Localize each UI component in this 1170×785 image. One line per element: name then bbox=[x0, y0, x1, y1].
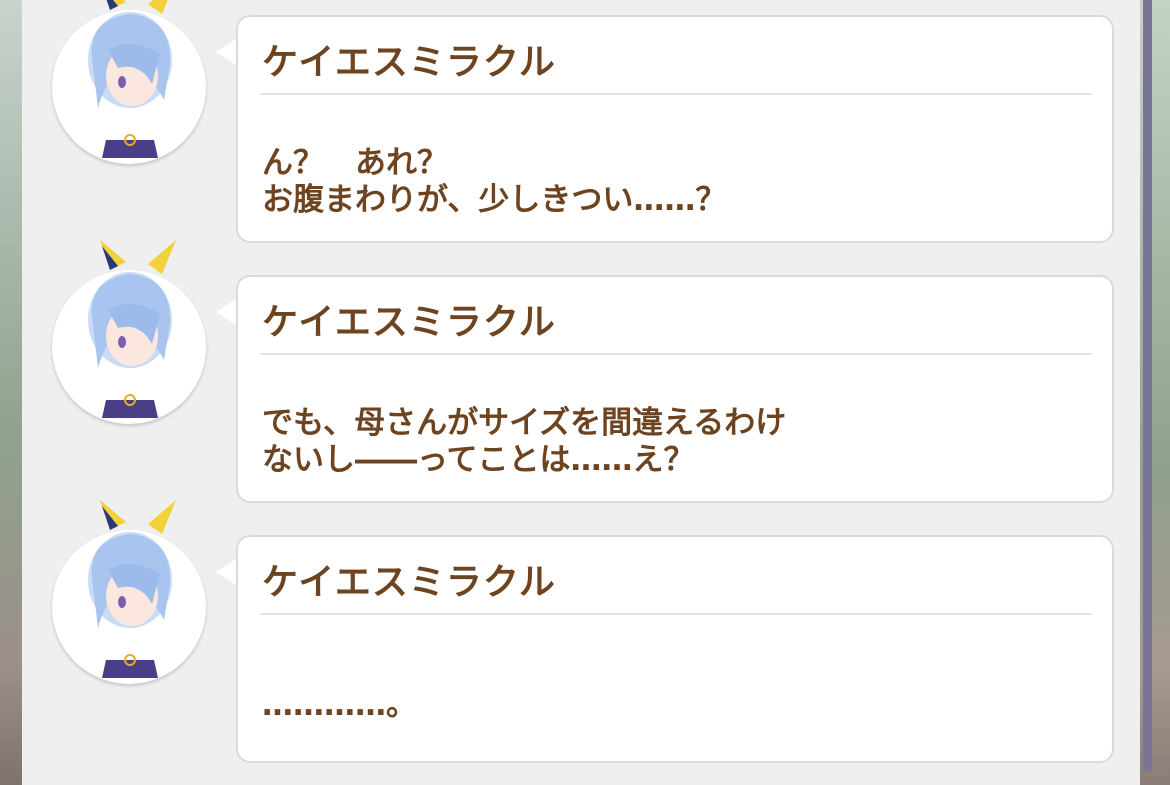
character-portrait-icon bbox=[88, 240, 176, 418]
bubble-tail bbox=[216, 38, 238, 66]
dialogue-line: ないし――ってことは……え？ bbox=[262, 442, 695, 478]
divider bbox=[260, 93, 1092, 95]
log-entry: ケイエスミラクル ん？ あれ？ お腹まわりが、少しきつい……？ bbox=[22, 0, 1140, 243]
divider bbox=[260, 353, 1092, 355]
speaker-name: ケイエスミラクル bbox=[262, 42, 556, 83]
scrollbar[interactable] bbox=[1143, 0, 1152, 772]
speaker-avatar bbox=[52, 240, 206, 424]
speaker-avatar bbox=[52, 0, 206, 164]
log-entry: ケイエスミラクル …………。 bbox=[22, 500, 1140, 763]
dialogue-line: お腹まわりが、少しきつい……？ bbox=[262, 182, 727, 218]
character-portrait-icon bbox=[88, 500, 176, 678]
dialogue-bubble: ケイエスミラクル ん？ あれ？ お腹まわりが、少しきつい……？ bbox=[236, 15, 1114, 243]
bubble-tail bbox=[216, 298, 238, 326]
dialogue-log-panel: ケイエスミラクル ん？ あれ？ お腹まわりが、少しきつい……？ ケイエスミラクル… bbox=[22, 0, 1152, 785]
dialogue-bubble: ケイエスミラクル でも、母さんがサイズを間違えるわけ ないし――ってことは……え… bbox=[236, 275, 1114, 503]
speaker-avatar bbox=[52, 500, 206, 684]
dialogue-line: …………。 bbox=[262, 687, 417, 723]
divider bbox=[260, 613, 1092, 615]
character-portrait-icon bbox=[88, 0, 172, 158]
background-left-edge bbox=[0, 0, 22, 785]
dialogue-bubble: ケイエスミラクル …………。 bbox=[236, 535, 1114, 763]
speaker-name: ケイエスミラクル bbox=[262, 562, 556, 603]
log-entry: ケイエスミラクル でも、母さんがサイズを間違えるわけ ないし――ってことは……え… bbox=[22, 240, 1140, 503]
speaker-name: ケイエスミラクル bbox=[262, 302, 556, 343]
bubble-tail bbox=[216, 558, 238, 586]
